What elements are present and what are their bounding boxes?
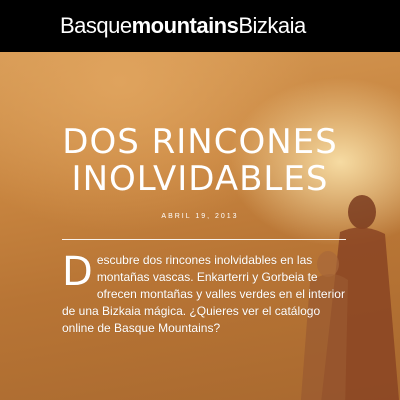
site-header: BasquemountainsBizkaia <box>0 0 400 52</box>
article-title-line-2: INOLVIDABLES <box>71 159 329 199</box>
article-body-text: escubre dos rincones inolvidables en las… <box>62 253 345 335</box>
dropcap-letter: D <box>62 249 93 295</box>
site-logo[interactable]: BasquemountainsBizkaia <box>60 13 306 39</box>
logo-text-mountains: mountains <box>131 13 239 38</box>
article-title-line-1: DOS RINCONES <box>62 122 338 162</box>
article-date: ABRIL 19, 2013 <box>161 213 239 220</box>
logo-text-bizkaia: Bizkaia <box>238 13 306 38</box>
hero-image <box>0 52 400 400</box>
logo-text-basque: Basque <box>60 13 132 38</box>
article-body: Descubre dos rincones inolvidables en la… <box>62 252 348 337</box>
title-divider <box>62 239 346 240</box>
